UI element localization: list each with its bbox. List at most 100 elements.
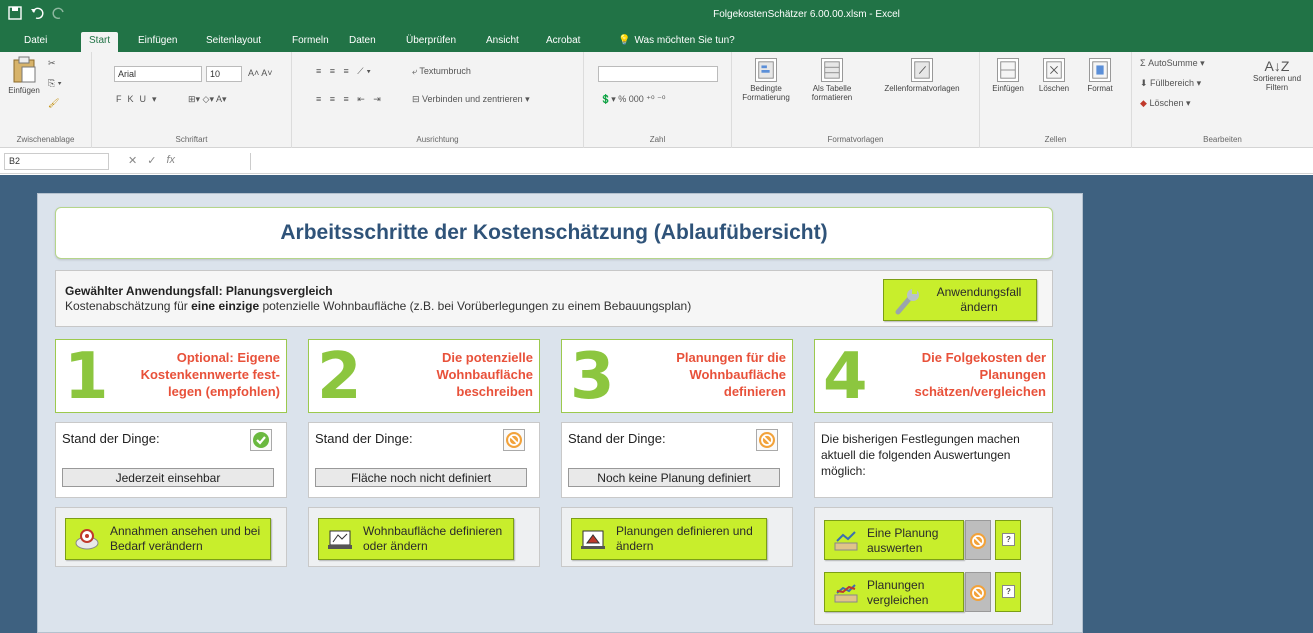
tab-acrobat[interactable]: Acrobat: [546, 35, 580, 46]
status-field: Fläche noch nicht definiert: [315, 468, 527, 487]
clipboard-icon: [13, 56, 36, 83]
horizontal-align-icons[interactable]: ≡ ≡ ≡ ⇤ ⇥: [316, 94, 384, 105]
border-fill-color-icons[interactable]: ⊞▾ ◇▾ A▾: [188, 94, 227, 105]
tab-seitenlayout[interactable]: Seitenlayout: [206, 35, 261, 46]
vertical-align-icons[interactable]: ≡ ≡ ≡ ⟋▾: [316, 66, 374, 77]
bold-italic-underline-icons[interactable]: FKU▾: [116, 94, 163, 105]
evaluate-plan-button[interactable]: Eine Planung auswerten: [824, 520, 964, 560]
merge-center-label: Verbinden und zentrieren: [422, 94, 523, 104]
group-label-alignment: Ausrichtung: [416, 135, 459, 144]
evaluate-plan-help-button[interactable]: ?: [995, 520, 1021, 560]
step-2-title: Die potenzielle Wohnbaufläche beschreibe…: [436, 350, 533, 399]
tab-formeln[interactable]: Formeln: [292, 35, 329, 46]
format-cells-label: Format: [1087, 84, 1113, 93]
area-map-icon: [328, 530, 352, 549]
tab-datei[interactable]: Datei: [24, 35, 47, 46]
tell-me-search[interactable]: 💡 Was möchten Sie tun?: [618, 35, 735, 46]
enter-icon[interactable]: ✓: [147, 154, 156, 167]
compare-chart-icon: [834, 584, 858, 603]
insert-cells-button[interactable]: Einfügen: [986, 58, 1030, 93]
evaluation-availability-text: Die bisherigen Festlegungen machen aktue…: [821, 432, 1020, 478]
define-plans-button[interactable]: Planungen definieren und ändern: [571, 518, 767, 560]
wrench-icon: [895, 288, 919, 315]
usecase-desc-post: potenzielle Wohnbaufläche (z.B. bei Vorü…: [259, 299, 692, 313]
merge-center-button[interactable]: ⊟ Verbinden und zentrieren ▾: [412, 94, 530, 105]
tab-ueberpruefen[interactable]: Überprüfen: [406, 35, 456, 46]
insert-cells-label: Einfügen: [992, 84, 1024, 93]
status-field: Noch keine Planung definiert: [568, 468, 780, 487]
ribbon: Einfügen ✂ ⎘ ▾ 🖌 Zwischenablage Arial 10…: [0, 52, 1313, 148]
format-as-table-label: Als Tabelle formatieren: [811, 84, 853, 103]
number-format-combo[interactable]: [598, 66, 718, 82]
formula-input[interactable]: [250, 153, 1313, 170]
compare-plans-button[interactable]: Planungen vergleichen: [824, 572, 964, 612]
step-4-number: 4: [823, 340, 868, 414]
evaluate-plan-label: Eine Planung auswerten: [867, 526, 939, 555]
title-box: Arbeitsschritte der Kostenschätzung (Abl…: [55, 207, 1053, 259]
number-format-icons[interactable]: 💲▾ % 000 ⁺⁰ ⁻⁰: [600, 94, 665, 105]
usecase-line: Gewählter Anwendungsfall: Planungsvergle…: [65, 284, 333, 298]
tab-ansicht[interactable]: Ansicht: [486, 35, 519, 46]
step-3-status: Stand der Dinge: Noch keine Planung defi…: [561, 422, 793, 498]
clear-button[interactable]: ◆ Löschen ▾: [1140, 98, 1191, 109]
tab-einfuegen[interactable]: Einfügen: [138, 35, 177, 46]
step-3-number: 3: [570, 340, 615, 414]
wrap-text-button[interactable]: ⤶ Textumbruch: [412, 66, 471, 77]
step-2-action-box: Wohnbaufläche definieren oder ändern: [308, 507, 540, 567]
delete-cells-button[interactable]: Löschen: [1032, 58, 1076, 93]
group-editing: Σ AutoSumme ▾ ⬇ Füllbereich ▾ ◆ Löschen …: [1132, 52, 1313, 148]
view-assumptions-button[interactable]: Annahmen ansehen und bei Bedarf veränder…: [65, 518, 271, 560]
clear-label: Löschen: [1149, 98, 1184, 108]
tab-start[interactable]: Start: [81, 32, 119, 52]
format-painter-icon[interactable]: 🖌: [48, 98, 59, 109]
ribbon-tabs: Datei Start Einfügen Seitenlayout Formel…: [0, 30, 1313, 52]
fill-button[interactable]: ⬇ Füllbereich ▾: [1140, 78, 1201, 89]
autosum-button[interactable]: Σ AutoSumme ▾: [1140, 58, 1205, 69]
assumptions-icon: [75, 529, 99, 550]
format-as-table-button[interactable]: Als Tabelle formatieren: [802, 58, 862, 102]
name-box[interactable]: B2: [4, 153, 109, 170]
font-size-combo[interactable]: 10: [206, 66, 242, 82]
status-blocked-box: [756, 429, 778, 451]
step-2-number: 2: [317, 340, 362, 414]
cut-icon[interactable]: ✂: [48, 58, 56, 69]
tab-daten[interactable]: Daten: [349, 35, 376, 46]
sort-filter-label: Sortieren und Filtern: [1252, 74, 1302, 93]
step-1-action-box: Annahmen ansehen und bei Bedarf veränder…: [55, 507, 287, 567]
step-1-header: 1 Optional: Eigene Kostenkennwerte fest-…: [55, 339, 287, 413]
evaluate-chart-icon: [834, 531, 858, 551]
table-format-icon: [821, 58, 843, 82]
font-name-combo[interactable]: Arial: [114, 66, 202, 82]
change-usecase-button[interactable]: Anwendungsfall ändern: [883, 279, 1037, 321]
cell-styles-label: Zellenformatvorlagen: [884, 84, 960, 93]
insert-cells-icon: [997, 58, 1019, 82]
function-icon[interactable]: fx: [166, 154, 175, 167]
copy-icon[interactable]: ⎘ ▾: [48, 78, 61, 89]
step-3-header: 3 Planungen für die Wohnbaufläche defini…: [561, 339, 793, 413]
paste-label: Einfügen: [8, 86, 40, 95]
format-cells-button[interactable]: Format: [1078, 58, 1122, 93]
status-label: Stand der Dinge:: [568, 431, 666, 446]
prohibited-icon: [970, 533, 986, 549]
step-2-status: Stand der Dinge: Fläche noch nicht defin…: [308, 422, 540, 498]
font-grow-shrink-icons[interactable]: A˄ A˅: [248, 68, 273, 78]
conditional-formatting-button[interactable]: Bedingte Formatierung: [736, 58, 796, 102]
delete-cells-icon: [1043, 58, 1065, 82]
compare-plans-label: Planungen vergleichen: [867, 578, 929, 607]
tell-me-label: Was möchten Sie tun?: [634, 35, 735, 46]
cancel-icon[interactable]: ✕: [128, 154, 137, 167]
conditional-format-icon: [755, 58, 777, 82]
cell-styles-button[interactable]: Zellenformatvorlagen: [868, 58, 976, 93]
sort-filter-button[interactable]: A↓Z Sortieren und Filtern: [1244, 58, 1310, 92]
group-label-font: Schriftart: [175, 135, 208, 144]
step-1-status: Stand der Dinge: Jederzeit einsehbar: [55, 422, 287, 498]
compare-plans-help-button[interactable]: ?: [995, 572, 1021, 612]
conditional-formatting-label: Bedingte Formatierung: [742, 84, 790, 103]
wrap-text-label: Textumbruch: [419, 66, 471, 76]
compare-plans-status: [965, 572, 991, 612]
window-title: FolgekostenSchätzer 6.00.00.xlsm - Excel: [713, 9, 900, 20]
define-area-label: Wohnbaufläche definieren oder ändern: [363, 524, 503, 553]
paste-button[interactable]: Einfügen: [4, 56, 44, 95]
define-area-button[interactable]: Wohnbaufläche definieren oder ändern: [318, 518, 514, 560]
usecase-desc-bold: eine einzige: [191, 299, 260, 313]
